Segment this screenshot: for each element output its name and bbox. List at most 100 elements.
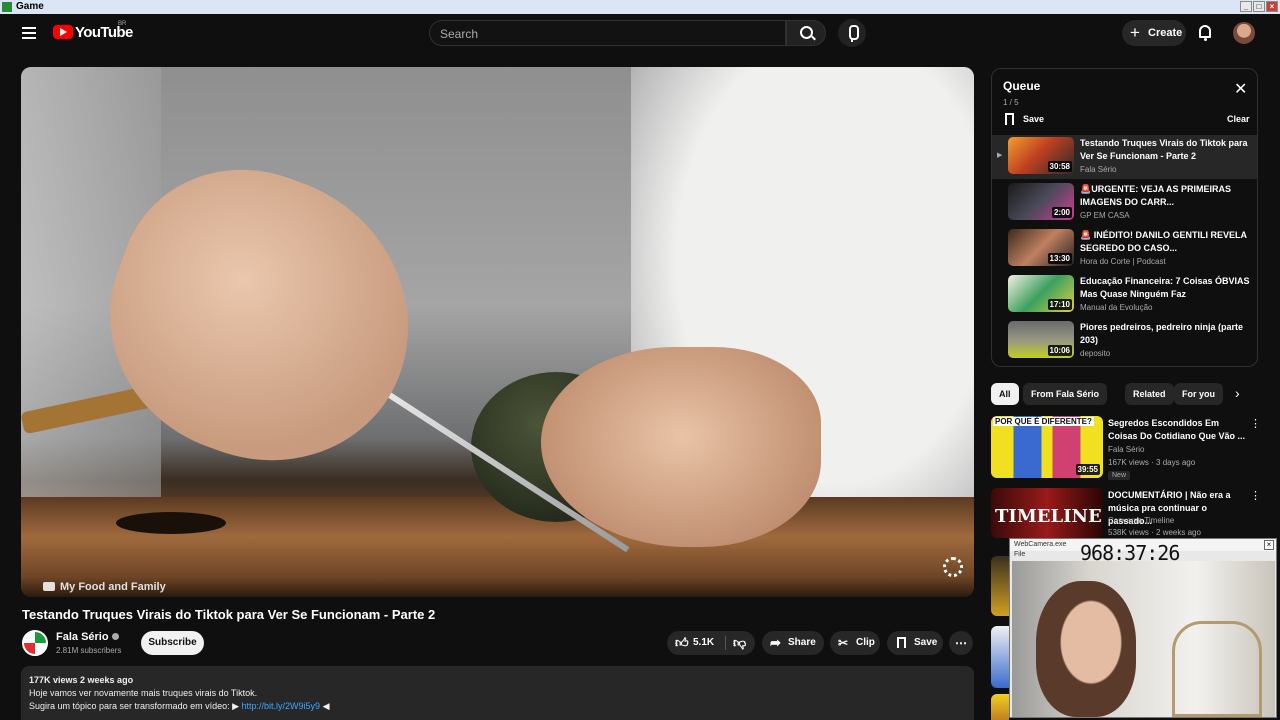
close-icon[interactable]: ✕ — [1234, 82, 1247, 98]
channel-name[interactable]: Fala Sério — [56, 631, 119, 643]
new-badge: New — [1108, 471, 1131, 480]
queue-item[interactable]: 2:00 🚨URGENTE: VEJA AS PRIMEIRAS IMAGENS… — [992, 181, 1257, 225]
recommendation-channel: Conversa Timeline — [1108, 516, 1175, 525]
filter-chips: All From Fala Sério Related For you › — [991, 383, 1258, 405]
description-link[interactable]: http://bit.ly/2W9i5y9 — [242, 701, 321, 711]
duration: 30:58 — [1047, 161, 1072, 172]
duration: 13:30 — [1047, 253, 1072, 264]
queue-item[interactable]: 17:10 Educação Financeira: 7 Coisas ÓBVI… — [992, 273, 1257, 317]
video-watermark: My Food and Family — [43, 581, 166, 593]
window-titlebar: Game _ □ × — [0, 0, 1280, 14]
more-actions-button[interactable]: ⋯ — [949, 631, 973, 655]
like-icon[interactable]: 👍︎ — [675, 636, 689, 650]
recommendation-title[interactable]: Segredos Escondidos Em Coisas Do Cotidia… — [1108, 417, 1246, 443]
video-player[interactable]: My Food and Family — [21, 67, 974, 597]
thumbnail-text: POR QUE É DIFERENTE? — [993, 417, 1094, 426]
video-thumbnail[interactable]: POR QUE É DIFERENTE? 39:55 — [991, 416, 1103, 478]
dislike-icon[interactable]: 👎︎ — [733, 636, 746, 650]
chip-from-channel[interactable]: From Fala Sério — [1023, 383, 1108, 405]
webcam-feed — [1012, 561, 1275, 717]
search-input[interactable]: Search — [429, 20, 786, 46]
window-title: Game — [16, 1, 44, 12]
description-line: Hoje vamos ver novamente mais truques vi… — [29, 688, 258, 698]
youtube-logo-icon[interactable] — [53, 25, 73, 39]
maximize-button[interactable]: □ — [1253, 1, 1265, 12]
mic-icon[interactable] — [838, 19, 866, 47]
create-button[interactable]: + Create — [1122, 20, 1186, 46]
chip-for-you[interactable]: For you — [1174, 383, 1223, 405]
queue-item-title[interactable]: 🚨 INÉDITO! DANILO GENTILI REVELA SEGREDO… — [1080, 229, 1252, 255]
close-window-button[interactable]: × — [1266, 1, 1278, 12]
avatar[interactable] — [1233, 22, 1255, 44]
app-icon — [2, 2, 12, 12]
share-icon: ➦ — [770, 635, 781, 650]
share-button[interactable]: ➦ Share — [762, 631, 824, 655]
queue-item-title[interactable]: 🚨URGENTE: VEJA AS PRIMEIRAS IMAGENS DO C… — [1080, 183, 1252, 209]
video-thumbnail[interactable]: TIMELINE — [991, 488, 1103, 538]
divider — [725, 636, 726, 650]
queue-item[interactable]: ▶ 30:58 Testando Truques Virais do Tikto… — [992, 135, 1257, 179]
menu-icon[interactable] — [22, 27, 36, 39]
recommendation-item[interactable]: POR QUE É DIFERENTE? 39:55 Segredos Esco… — [991, 416, 1261, 482]
description-box[interactable]: 177K views 2 weeks ago Hoje vamos ver no… — [21, 666, 974, 720]
video-thumbnail[interactable] — [991, 694, 1009, 720]
save-button[interactable]: Save — [887, 631, 943, 655]
video-thumbnail[interactable]: 17:10 — [1008, 275, 1074, 312]
webcam-menu-file[interactable]: File — [1014, 551, 1025, 558]
channel-watermark-icon[interactable] — [943, 557, 963, 577]
duration: 39:55 — [1075, 464, 1100, 475]
chevron-right-icon[interactable]: › — [1235, 385, 1240, 401]
queue-save-button[interactable]: Save — [1005, 112, 1044, 126]
more-vert-icon[interactable]: ⋮ — [1250, 417, 1261, 430]
video-thumbnail[interactable]: 13:30 — [1008, 229, 1074, 266]
queue-clear-button[interactable]: Clear — [1227, 114, 1250, 124]
recommendation-views: 538K views · 2 weeks ago — [1108, 528, 1201, 537]
queue-item-channel: deposito — [1080, 349, 1111, 358]
recommendation-views: 167K views · 3 days ago — [1108, 458, 1196, 467]
close-icon[interactable]: × — [1264, 540, 1274, 550]
recommendation-channel: Fala Sério — [1108, 445, 1145, 454]
window-controls: _ □ × — [1240, 1, 1278, 12]
video-title: Testando Truques Virais do Tiktok para V… — [22, 607, 436, 622]
duration: 2:00 — [1051, 207, 1072, 218]
recommendation-item[interactable]: TIMELINE DOCUMENTÁRIO | Não era a música… — [991, 488, 1261, 538]
create-label: Create — [1148, 27, 1183, 39]
clip-button[interactable]: ✂ Clip — [830, 631, 880, 655]
webcam-feed-person — [1036, 581, 1136, 717]
like-dislike-group: 👍︎ 5.1K 👎︎ — [667, 631, 755, 655]
queue-item-channel: Manual da Evolução — [1080, 303, 1153, 312]
queue-item-channel: Fala Sério — [1080, 165, 1117, 174]
queue-item[interactable]: 10:06 Piores pedreiros, pedreiro ninja (… — [992, 319, 1257, 363]
queue-item-title[interactable]: Testando Truques Virais do Tiktok para V… — [1080, 137, 1252, 163]
queue-panel: Queue 1 / 5 ✕ Save Clear ▶ 30:58 Testand… — [991, 68, 1258, 367]
chip-related[interactable]: Related — [1125, 383, 1174, 405]
bell-icon[interactable] — [1199, 25, 1211, 41]
queue-item-title[interactable]: Piores pedreiros, pedreiro ninja (parte … — [1080, 321, 1252, 347]
duration: 17:10 — [1047, 299, 1072, 310]
search-icon[interactable] — [786, 20, 826, 46]
description-line: Sugira um tópico para ser transformado e… — [29, 701, 330, 711]
video-frame-board-hole — [116, 512, 226, 534]
video-thumbnail[interactable] — [991, 626, 1009, 688]
video-thumbnail[interactable]: 30:58 — [1008, 137, 1074, 174]
verified-icon — [111, 633, 119, 640]
queue-item-title[interactable]: Educação Financeira: 7 Coisas ÓBVIAS Mas… — [1080, 275, 1252, 301]
like-count[interactable]: 5.1K — [693, 631, 714, 655]
bookmark-icon — [897, 637, 906, 648]
video-thumbnail[interactable]: 2:00 — [1008, 183, 1074, 220]
webcam-window[interactable]: WebCamera.exe File 968:37:26 × — [1009, 538, 1277, 718]
chip-all[interactable]: All — [991, 383, 1019, 405]
more-vert-icon[interactable]: ⋮ — [1250, 489, 1261, 502]
save-label: Save — [914, 637, 938, 648]
duration: 10:06 — [1047, 345, 1072, 356]
webcam-feed-chair — [1172, 621, 1262, 717]
channel-avatar[interactable] — [22, 630, 48, 656]
subscriber-count: 2.81M subscribers — [56, 646, 122, 655]
now-playing-icon: ▶ — [997, 152, 1003, 159]
thumbnail-text: TIMELINE — [995, 506, 1102, 527]
video-thumbnail[interactable]: 10:06 — [1008, 321, 1074, 358]
queue-item[interactable]: 13:30 🚨 INÉDITO! DANILO GENTILI REVELA S… — [992, 227, 1257, 271]
minimize-button[interactable]: _ — [1240, 1, 1252, 12]
video-thumbnail[interactable] — [991, 556, 1009, 616]
subscribe-button[interactable]: Subscribe — [141, 631, 204, 655]
